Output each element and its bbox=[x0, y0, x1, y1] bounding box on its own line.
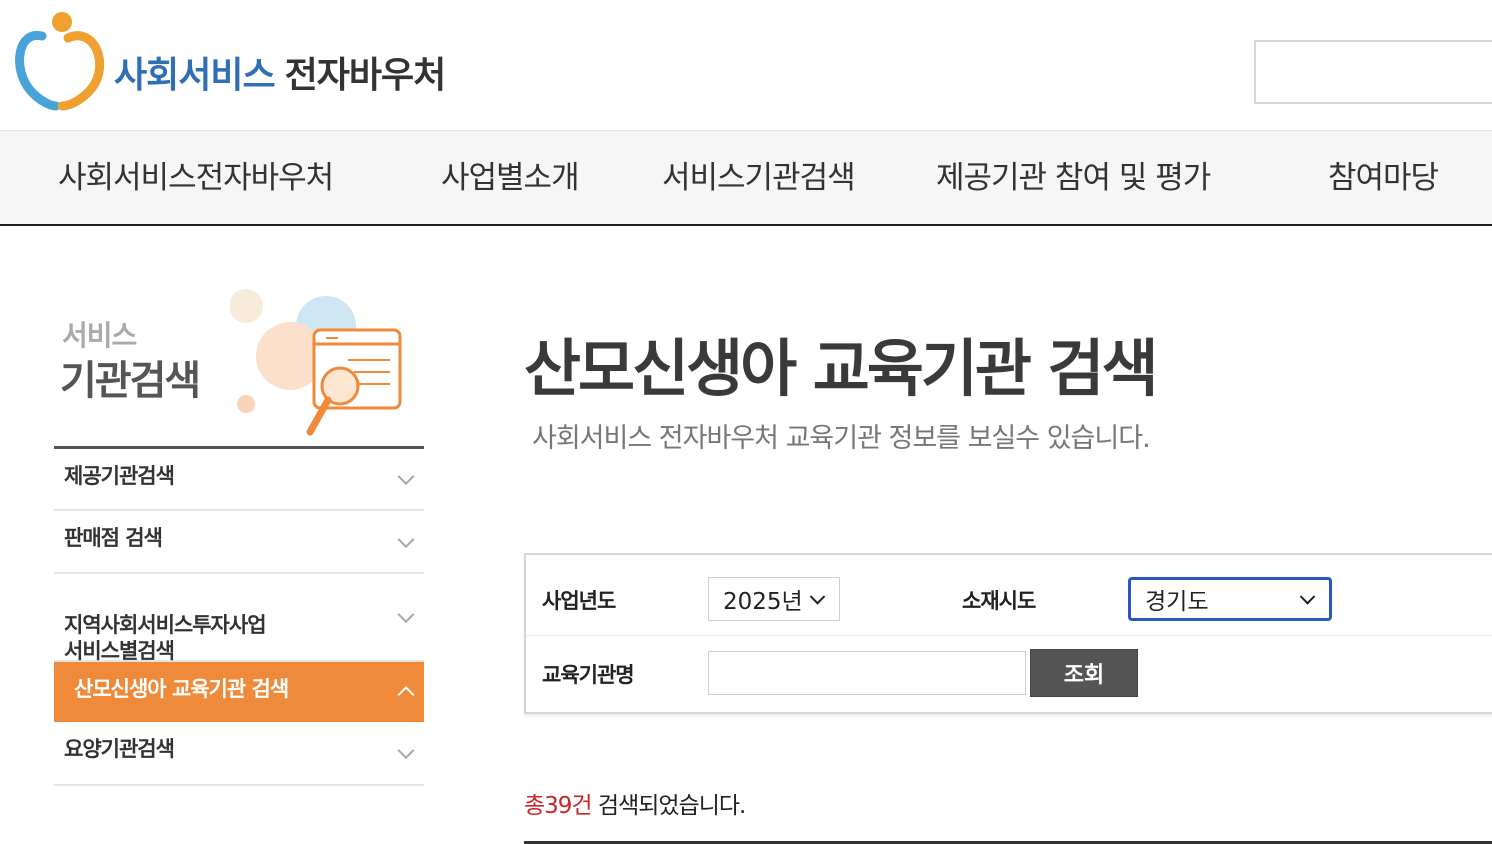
org-name-input[interactable] bbox=[708, 651, 1026, 695]
search-form: 사업년도 2025년 소재시도 경기도 교육기관명 조회 bbox=[524, 553, 1492, 714]
sidebar-item-provider-search[interactable]: 제공기관검색 bbox=[54, 449, 424, 511]
gnb-item-voucher[interactable]: 사회서비스전자바우처 bbox=[58, 131, 334, 225]
year-select[interactable]: 2025년 bbox=[708, 577, 840, 621]
logo-text: 사회서비스 전자바우처 bbox=[114, 46, 447, 98]
sidebar-banner-title: 기관검색 bbox=[60, 358, 201, 404]
header-search-input[interactable] bbox=[1254, 40, 1492, 104]
sidebar-item-label: 지역사회서비스투자사업 서비스별검색 bbox=[64, 613, 267, 663]
gnb-item-provider-eval[interactable]: 제공기관 참여 및 평가 bbox=[936, 131, 1211, 225]
site-header: 사회서비스 전자바우처 bbox=[0, 0, 1492, 130]
sidebar-item-community-service[interactable]: 지역사회서비스투자사업 서비스별검색 bbox=[54, 574, 424, 663]
logo-primary-text: 사회서비스 bbox=[114, 55, 276, 96]
sidebar-item-label: 요양기관검색 bbox=[64, 737, 175, 761]
chevron-down-icon bbox=[1299, 589, 1316, 605]
gnb-item-business[interactable]: 사업별소개 bbox=[441, 131, 580, 225]
search-document-icon bbox=[230, 289, 402, 436]
year-select-value: 2025년 bbox=[723, 589, 803, 615]
chevron-down-icon bbox=[809, 589, 826, 605]
form-row-divider bbox=[526, 635, 1492, 636]
region-select-value: 경기도 bbox=[1145, 589, 1209, 615]
logo-heart-icon bbox=[12, 8, 108, 114]
sidebar-item-nursing-search[interactable]: 요양기관검색 bbox=[54, 722, 424, 786]
result-summary: 총39건 검색되었습니다. bbox=[524, 786, 746, 820]
sidebar-item-label: 산모신생아 교육기관 검색 bbox=[74, 677, 289, 701]
sidebar-menu: 제공기관검색 판매점 검색 지역사회서비스투자사업 서비스별검색 산모신생아 교… bbox=[54, 449, 424, 786]
sidebar-item-label: 제공기관검색 bbox=[64, 464, 175, 488]
result-count: 총39건 bbox=[524, 793, 593, 819]
org-name-label: 교육기관명 bbox=[542, 663, 635, 687]
region-select[interactable]: 경기도 bbox=[1128, 577, 1332, 621]
region-label: 소재시도 bbox=[962, 589, 1036, 613]
year-label: 사업년도 bbox=[542, 589, 616, 613]
search-button[interactable]: 조회 bbox=[1030, 649, 1138, 697]
global-nav: 사회서비스전자바우처 사업별소개 서비스기관검색 제공기관 참여 및 평가 참여… bbox=[0, 130, 1492, 226]
site-logo[interactable]: 사회서비스 전자바우처 bbox=[12, 8, 482, 114]
sidebar-banner: 서비스 기관검색 bbox=[54, 282, 424, 446]
sidebar-item-label: 판매점 검색 bbox=[64, 526, 163, 550]
gnb-item-agency-search[interactable]: 서비스기관검색 bbox=[662, 131, 856, 225]
sidebar-item-store-search[interactable]: 판매점 검색 bbox=[54, 511, 424, 574]
logo-secondary-text: 전자바우처 bbox=[284, 55, 447, 96]
gnb-item-participation[interactable]: 참여마당 bbox=[1328, 131, 1439, 225]
result-suffix: 검색되었습니다. bbox=[597, 793, 746, 819]
page-title: 산모신생아 교육기관 검색 bbox=[524, 332, 1159, 405]
sidebar-item-maternal-education[interactable]: 산모신생아 교육기관 검색 bbox=[54, 662, 424, 722]
page-description: 사회서비스 전자바우처 교육기관 정보를 보실수 있습니다. bbox=[532, 423, 1151, 454]
